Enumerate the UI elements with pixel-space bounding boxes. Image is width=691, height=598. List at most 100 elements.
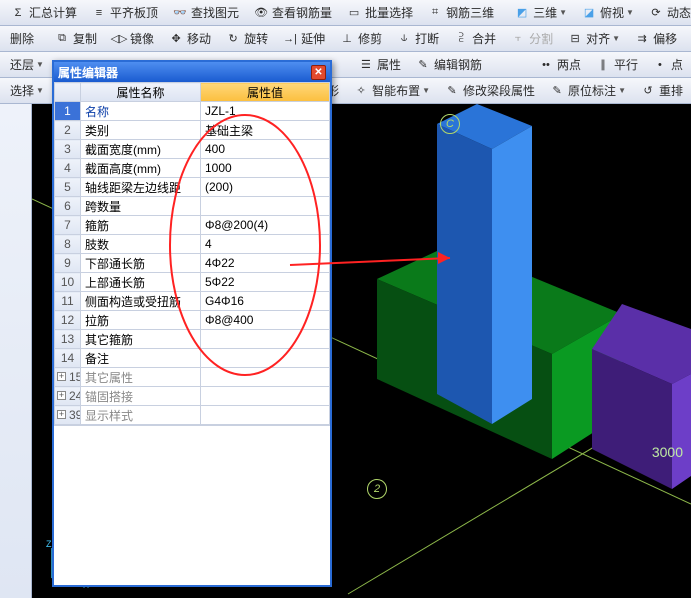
property-row[interactable]: 11侧面构造或受扭筋G4Φ16 [55, 292, 330, 311]
tb-smart-layout[interactable]: ✧智能布置▼ [347, 81, 436, 100]
expand-icon[interactable]: + [57, 372, 66, 381]
row-number[interactable]: 39+ [55, 406, 81, 425]
row-number[interactable]: 6 [55, 197, 81, 216]
property-row[interactable]: 9下部通长筋4Φ22 [55, 254, 330, 273]
tb-point[interactable]: •点 [646, 55, 689, 74]
tb-stretch[interactable]: ↔拉伸▼ [685, 29, 691, 48]
property-value[interactable]: 4Φ22 [201, 254, 330, 273]
tb-top-view[interactable]: ◪俯视▼ [575, 3, 640, 22]
property-row[interactable]: 6跨数量 [55, 197, 330, 216]
property-name[interactable]: 类别 [81, 121, 201, 140]
row-number[interactable]: 24+ [55, 387, 81, 406]
tb-mirror[interactable]: ◁▷镜像 [105, 29, 160, 48]
property-value[interactable] [201, 349, 330, 368]
property-name[interactable]: 备注 [81, 349, 201, 368]
tb-join[interactable]: ⫔合并 [447, 29, 502, 48]
property-name[interactable]: 上部通长筋 [81, 273, 201, 292]
row-number[interactable]: 14 [55, 349, 81, 368]
tb-modify-beam-seg[interactable]: ✎修改梁段属性 [438, 81, 541, 100]
property-value[interactable]: 基础主梁 [201, 121, 330, 140]
expand-icon[interactable]: + [57, 391, 66, 400]
property-name[interactable]: 侧面构造或受扭筋 [81, 292, 201, 311]
property-name[interactable]: 肢数 [81, 235, 201, 254]
property-value[interactable]: Φ8@200(4) [201, 216, 330, 235]
row-number[interactable]: 12 [55, 311, 81, 330]
tb-sum-calc[interactable]: Σ汇总计算 [4, 3, 83, 22]
property-row[interactable]: 39+显示样式 [55, 406, 330, 425]
property-name[interactable]: 下部通长筋 [81, 254, 201, 273]
property-name[interactable]: 箍筋 [81, 216, 201, 235]
property-value[interactable] [201, 387, 330, 406]
dialog-titlebar[interactable]: 属性编辑器 ✕ [54, 62, 330, 82]
property-row[interactable]: 10上部通长筋5Φ22 [55, 273, 330, 292]
tb-move[interactable]: ✥移动 [162, 29, 217, 48]
property-value[interactable] [201, 330, 330, 349]
property-value[interactable]: 1000 [201, 159, 330, 178]
row-number[interactable]: 11 [55, 292, 81, 311]
tb-rebar-3d[interactable]: ⌗钢筋三维 [421, 3, 500, 22]
col-name[interactable]: 属性名称 [81, 83, 201, 102]
property-value[interactable]: G4Φ16 [201, 292, 330, 311]
tb-two-point[interactable]: ••两点 [532, 55, 587, 74]
property-value[interactable]: (200) [201, 178, 330, 197]
tb-delete[interactable]: 删除 [4, 29, 40, 48]
tb-properties[interactable]: ☰属性 [352, 55, 407, 74]
tb-extend[interactable]: →|延伸 [276, 29, 331, 48]
tb-align[interactable]: ⊟对齐▼ [561, 29, 626, 48]
property-name[interactable]: 锚固搭接 [81, 387, 201, 406]
tb-rotate[interactable]: ↻旋转 [219, 29, 274, 48]
row-number[interactable]: 4 [55, 159, 81, 178]
tb-break[interactable]: ⫝打断 [390, 29, 445, 48]
tb-copy[interactable]: ⧉复制 [48, 29, 103, 48]
row-number[interactable]: 1 [55, 102, 81, 121]
tb-select[interactable]: 选择▼ [4, 81, 50, 100]
property-name[interactable]: 名称 [81, 102, 201, 121]
property-value[interactable]: 4 [201, 235, 330, 254]
property-row[interactable]: 15+其它属性 [55, 368, 330, 387]
row-number[interactable]: 2 [55, 121, 81, 140]
tb-level-slab[interactable]: ≡平齐板顶 [85, 3, 164, 22]
property-row[interactable]: 24+锚固搭接 [55, 387, 330, 406]
property-name[interactable]: 轴线距梁左边线距 [81, 178, 201, 197]
property-row[interactable]: 3截面宽度(mm)400 [55, 140, 330, 159]
tb-find-element[interactable]: 👓查找图元 [166, 3, 245, 22]
tb-batch-select[interactable]: ▭批量选择 [340, 3, 419, 22]
property-row[interactable]: 1名称JZL-1 [55, 102, 330, 121]
close-button[interactable]: ✕ [311, 65, 326, 80]
tb-orbit[interactable]: ⟳动态观 [642, 3, 691, 22]
property-row[interactable]: 2类别基础主梁 [55, 121, 330, 140]
property-value[interactable] [201, 197, 330, 216]
row-number[interactable]: 7 [55, 216, 81, 235]
property-name[interactable]: 其它属性 [81, 368, 201, 387]
property-editor-dialog[interactable]: 属性编辑器 ✕ 属性名称 属性值 1名称JZL-12类别基础主梁3截面宽度(mm… [52, 60, 332, 587]
property-row[interactable]: 4截面高度(mm)1000 [55, 159, 330, 178]
property-name[interactable]: 拉筋 [81, 311, 201, 330]
property-value[interactable]: JZL-1 [201, 102, 330, 121]
row-number[interactable]: 5 [55, 178, 81, 197]
row-number[interactable]: 9 [55, 254, 81, 273]
property-name[interactable]: 跨数量 [81, 197, 201, 216]
tb-inplace-annotate[interactable]: ✎原位标注▼ [543, 81, 632, 100]
property-name[interactable]: 其它箍筋 [81, 330, 201, 349]
expand-icon[interactable]: + [57, 410, 66, 419]
property-value[interactable] [201, 368, 330, 387]
property-value[interactable]: 5Φ22 [201, 273, 330, 292]
tb-view-rebar[interactable]: 👁查看钢筋量 [247, 3, 338, 22]
tb-parallel[interactable]: ∥平行 [589, 55, 644, 74]
property-row[interactable]: 12拉筋Φ8@400 [55, 311, 330, 330]
property-value[interactable]: Φ8@400 [201, 311, 330, 330]
property-row[interactable]: 13其它箍筋 [55, 330, 330, 349]
property-row[interactable]: 5轴线距梁左边线距(200) [55, 178, 330, 197]
row-number[interactable]: 10 [55, 273, 81, 292]
property-row[interactable]: 7箍筋Φ8@200(4) [55, 216, 330, 235]
tb-restore-layer[interactable]: 还层▼ [4, 55, 50, 74]
property-value[interactable]: 400 [201, 140, 330, 159]
tb-trim[interactable]: ⊥修剪 [333, 29, 388, 48]
tb-edit-rebar[interactable]: ✎编辑钢筋 [409, 55, 488, 74]
row-number[interactable]: 13 [55, 330, 81, 349]
tb-3d-view[interactable]: ◩三维▼ [508, 3, 573, 22]
row-number[interactable]: 15+ [55, 368, 81, 387]
col-value[interactable]: 属性值 [201, 83, 330, 102]
property-row[interactable]: 8肢数4 [55, 235, 330, 254]
tb-offset[interactable]: ⇉偏移 [628, 29, 683, 48]
